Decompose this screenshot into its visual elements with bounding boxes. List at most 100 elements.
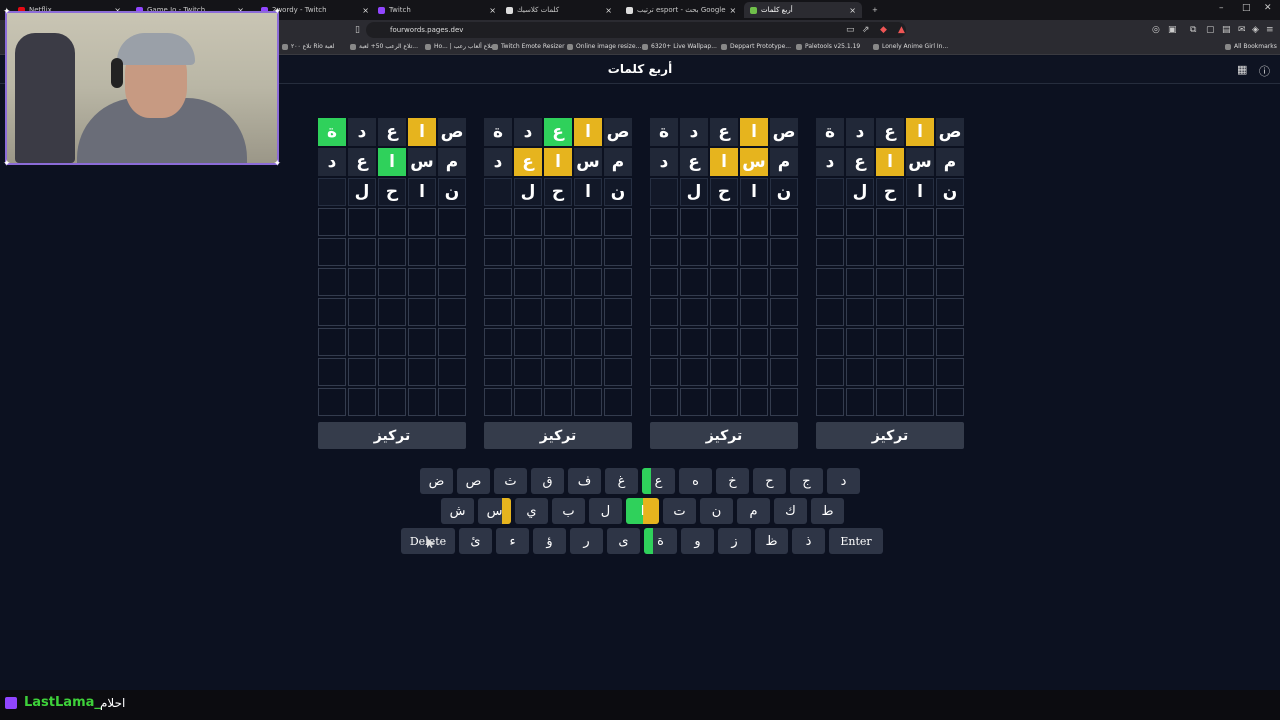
letter-key[interactable]: ه <box>679 468 712 494</box>
letter-key[interactable]: ى <box>607 528 640 554</box>
letter-key[interactable]: ة <box>644 528 677 554</box>
rewards-icon[interactable]: ▲ <box>898 24 905 36</box>
close-window-icon[interactable]: ✕ <box>1264 3 1272 13</box>
letter-key[interactable]: ث <box>494 468 527 494</box>
headset-icon <box>111 58 123 88</box>
webcam-overlay: ✦ ✦ ✦ ✦ <box>3 7 281 169</box>
board-cell <box>574 298 602 326</box>
letter-key[interactable]: ء <box>496 528 529 554</box>
letter-key[interactable]: ن <box>700 498 733 524</box>
close-tab-icon[interactable]: × <box>605 6 612 15</box>
board-cell <box>378 208 406 236</box>
board-cell <box>936 268 964 296</box>
close-tab-icon[interactable]: × <box>489 6 496 15</box>
letter-key[interactable]: ز <box>718 528 751 554</box>
vpn-icon[interactable]: ◈ <box>1252 24 1259 36</box>
url-field[interactable]: fourwords.pages.dev <box>366 22 906 38</box>
letter-key[interactable]: ف <box>568 468 601 494</box>
focus-button[interactable]: تركيز <box>650 422 798 449</box>
close-tab-icon[interactable]: × <box>849 6 856 15</box>
board-cell <box>770 388 798 416</box>
calendar-icon[interactable]: ▦ <box>1237 63 1247 76</box>
tab-3[interactable]: Twitch × <box>372 2 502 18</box>
bookmark-item[interactable]: تلاع الرعب 50+ لعبة... <box>350 43 418 50</box>
bookmark-item[interactable]: تلاع ۲۰۰ Rio لعبة <box>282 43 335 50</box>
bookmark-item[interactable]: Deppart Prototype... <box>721 43 791 50</box>
bookmark-item[interactable]: Lonely Anime Girl In... <box>873 43 948 50</box>
enter-key[interactable]: Enter <box>829 528 883 554</box>
letter-key[interactable]: ت <box>663 498 696 524</box>
focus-button[interactable]: تركيز <box>484 422 632 449</box>
share-icon[interactable]: ⇗ <box>862 24 870 36</box>
letter-key[interactable]: و <box>681 528 714 554</box>
letter-key[interactable]: ي <box>515 498 548 524</box>
tab-4[interactable]: كلمات كلاسيك × <box>500 2 618 18</box>
letter-key[interactable]: ظ <box>755 528 788 554</box>
letter-key[interactable]: س <box>478 498 511 524</box>
board-cell: م <box>438 148 466 176</box>
bookmark-label: All Bookmarks <box>1234 43 1277 50</box>
bookmark-item[interactable]: 6320+ Live Wallpap... <box>642 43 717 50</box>
board-cell <box>710 238 738 266</box>
maximize-icon[interactable]: □ <box>1242 3 1251 13</box>
tab-5[interactable]: ترتيب esport - بحث Google × <box>620 2 742 18</box>
focus-button[interactable]: تركيز <box>318 422 466 449</box>
bookmark-star-icon[interactable]: ▯ <box>355 24 360 36</box>
menu-icon[interactable]: ≡ <box>1266 24 1274 36</box>
letter-key[interactable]: ك <box>774 498 807 524</box>
extension-icon-2[interactable]: ▣ <box>1168 24 1177 36</box>
letter-key[interactable]: ب <box>552 498 585 524</box>
bookmark-item[interactable]: Twitch Emote Resizer <box>492 43 565 50</box>
close-tab-icon[interactable]: × <box>362 6 369 15</box>
board-cell <box>378 328 406 356</box>
extension-icon[interactable]: ◎ <box>1152 24 1160 36</box>
brave-shield-icon[interactable]: ◆ <box>880 24 887 36</box>
letter-key[interactable]: م <box>737 498 770 524</box>
focus-button[interactable]: تركيز <box>816 422 964 449</box>
extensions-puzzle-icon[interactable]: ✉ <box>1238 24 1246 36</box>
letter-key[interactable]: خ <box>716 468 749 494</box>
bookmark-item[interactable]: Ho... | تلاع ألعاب رعب <box>425 43 493 50</box>
bookmark-item[interactable]: Paletools v25.1.19 <box>796 43 860 50</box>
tab-label: أربع كلمات <box>761 6 793 14</box>
board-cell: د <box>680 118 708 146</box>
letter-key[interactable]: ط <box>811 498 844 524</box>
board-cell <box>770 268 798 296</box>
tab-favicon-icon <box>626 6 633 14</box>
board-cell: ا <box>408 178 436 206</box>
letter-key[interactable]: ئ <box>459 528 492 554</box>
info-icon[interactable]: ⓘ <box>1259 63 1270 79</box>
key-label: ى <box>618 533 629 549</box>
letter-key[interactable]: ؤ <box>533 528 566 554</box>
bookmark-item[interactable]: Online image resize... <box>567 43 641 50</box>
bookmark-item[interactable]: All Bookmarks <box>1225 43 1277 50</box>
close-tab-icon[interactable]: × <box>730 6 737 15</box>
letter-key[interactable]: ع <box>642 468 675 494</box>
board-cell <box>740 298 768 326</box>
install-icon[interactable]: ▭ <box>846 24 855 36</box>
new-tab-button[interactable]: + <box>866 2 884 18</box>
board-cell: م <box>770 148 798 176</box>
board-cell <box>574 388 602 416</box>
letter-key[interactable]: د <box>827 468 860 494</box>
letter-key[interactable]: ض <box>420 468 453 494</box>
letter-key[interactable]: ش <box>441 498 474 524</box>
sidebar-icon[interactable]: ⧉ <box>1190 24 1196 36</box>
letter-key[interactable]: ذ <box>792 528 825 554</box>
letter-key[interactable]: ر <box>570 528 603 554</box>
letter-key[interactable]: غ <box>605 468 638 494</box>
wallet-icon[interactable]: ▤ <box>1222 24 1231 36</box>
letter-key[interactable]: ا <box>626 498 659 524</box>
board-cell: ن <box>604 178 632 206</box>
letter-key[interactable]: ق <box>531 468 564 494</box>
board-cell <box>816 298 844 326</box>
letter-key[interactable]: ح <box>753 468 786 494</box>
letter-key[interactable]: ص <box>457 468 490 494</box>
board-cell <box>650 178 678 206</box>
board-cell <box>650 298 678 326</box>
minimize-icon[interactable]: – <box>1219 3 1224 13</box>
letter-key[interactable]: ج <box>790 468 823 494</box>
tab-6[interactable]: أربع كلمات × <box>744 2 862 18</box>
letter-key[interactable]: ل <box>589 498 622 524</box>
tabs-icon[interactable]: ▢ <box>1206 24 1215 36</box>
